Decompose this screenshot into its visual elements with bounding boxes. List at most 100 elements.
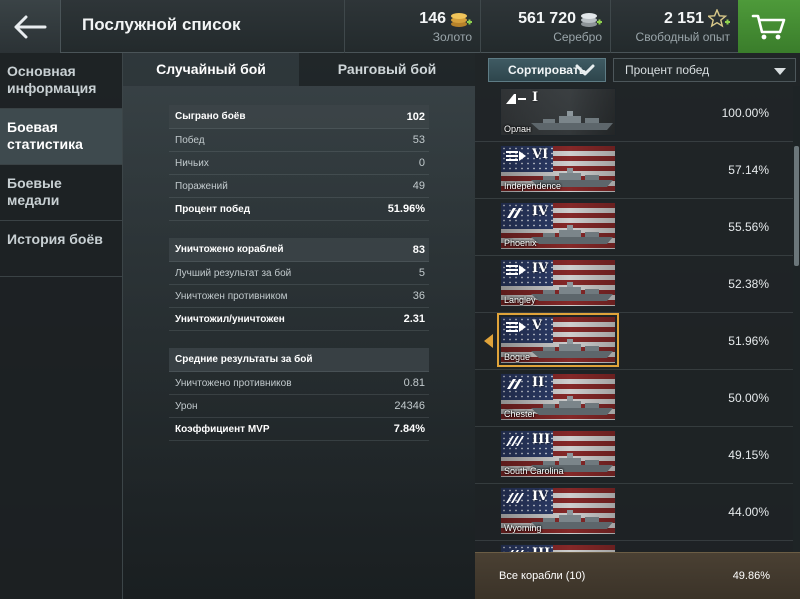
sidebar-item-label: Боевые медали [7, 175, 62, 208]
ship-win-rate: 57.14% [728, 163, 769, 177]
arrow-left-icon [14, 15, 47, 38]
ship-card: II Chester [500, 373, 616, 421]
ship-row[interactable]: I Орлан 100.00% [475, 86, 793, 142]
all-ships-summary: Все корабли (10) 49.86% [475, 552, 800, 599]
ship-list[interactable]: I Орлан 100.00% VI Independence 57.14% IV Phoen… [475, 86, 793, 555]
ship-tier: VI [532, 147, 549, 162]
stat-label: Сыграно боёв [175, 111, 246, 122]
stat-value: 24346 [394, 400, 425, 412]
summary-label: Все корабли (10) [499, 570, 586, 582]
ship-tier: II [532, 375, 545, 390]
sidebar-item-label: История боёв [7, 231, 103, 247]
sort-button[interactable]: Сортировать [488, 58, 606, 82]
silver-balance[interactable]: 561 720 Серебро [480, 0, 610, 53]
ship-win-rate: 44.00% [728, 505, 769, 519]
stats-group-averages: Средние результаты за бой Уничтожено прот… [169, 348, 429, 441]
ship-silhouette-icon [531, 111, 613, 130]
stats-table: Сыграно боёв 102 Побед 53 Ничьих 0 Поражений 49… [169, 105, 429, 458]
ship-win-rate: 55.56% [728, 220, 769, 234]
ship-list-scrollbar[interactable] [793, 86, 800, 555]
stat-row: Средние результаты за бой [169, 348, 429, 372]
sidebar-item-main-info[interactable]: Основная информация [0, 53, 122, 109]
stat-value: 102 [406, 110, 425, 123]
ship-silhouette-icon [531, 396, 613, 415]
ship-name: Chester [504, 409, 536, 419]
back-button[interactable] [0, 0, 61, 53]
ship-class-icon [507, 379, 522, 389]
stat-row: Коэффициент MVP 7.84% [169, 418, 429, 441]
ship-row[interactable]: II Chester 50.00% [475, 370, 793, 427]
ship-row[interactable]: V Bogue 51.96% [475, 313, 793, 370]
stat-value: 0.81 [403, 377, 425, 389]
stat-value: 5 [418, 267, 425, 279]
stat-row: Лучший результат за бой 5 [169, 262, 429, 285]
ship-tier: I [532, 90, 539, 105]
ship-class-icon [506, 94, 526, 104]
silver-coins-icon [581, 13, 602, 27]
ship-tier: IV [532, 261, 549, 276]
sidebar-item-battle-history[interactable]: История боёв [0, 221, 122, 277]
tab-ranked-battle[interactable]: Ранговый бой [299, 53, 475, 86]
stats-panel: Случайный бой Ранговый бой Сыграно боёв 1… [123, 53, 475, 599]
sidebar-item-medals[interactable]: Боевые медали [0, 165, 122, 221]
gold-balance[interactable]: 146 Золото [344, 0, 480, 53]
page-title: Послужной список [82, 15, 241, 34]
shop-cart-button[interactable] [738, 0, 800, 53]
ship-name: Bogue [504, 352, 531, 362]
ship-tier: V [532, 318, 543, 333]
stat-label: Ничьих [175, 157, 209, 169]
top-bar: Послужной список 146 Золото 561 720 Сере… [0, 0, 800, 53]
stat-label: Уничтожил/уничтожен [175, 313, 285, 325]
ship-name: Independence [504, 181, 562, 191]
ship-name: South Carolina [504, 466, 564, 476]
ship-row[interactable]: IV Langley 52.38% [475, 256, 793, 313]
stat-row: Уничтожил/уничтожен 2.31 [169, 308, 429, 331]
free-xp-amount: 2 151 [663, 10, 704, 27]
ship-class-icon [506, 151, 526, 161]
free-xp-balance[interactable]: 2 151 Свободный опыт [610, 0, 738, 53]
stat-value: 7.84% [393, 423, 425, 435]
stat-row: Уничтожено противников 0.81 [169, 372, 429, 395]
stat-row: Процент побед 51.96% [169, 198, 429, 221]
stat-row: Ничьих 0 [169, 152, 429, 175]
sidebar: Основная информация Боевая статистика Бо… [0, 53, 123, 599]
stat-row: Побед 53 [169, 129, 429, 152]
scrollbar-thumb[interactable] [794, 146, 799, 266]
ship-name: Langley [504, 295, 536, 305]
ship-silhouette-icon [531, 225, 613, 244]
ship-panel: Сортировать Процент побед I Орлан 100.00% V… [475, 53, 800, 599]
stat-row: Сыграно боёв 102 [169, 105, 429, 129]
stat-row: Уничтожено кораблей 83 [169, 238, 429, 262]
sort-criteria-value: Процент побед [625, 63, 710, 77]
tab-random-battle[interactable]: Случайный бой [123, 53, 299, 86]
stat-label: Уничтожено кораблей [175, 244, 284, 255]
stat-value: 49 [412, 180, 425, 192]
sidebar-item-battle-stats[interactable]: Боевая статистика [0, 109, 122, 165]
ship-card: I Орлан [500, 88, 616, 136]
stat-label: Процент побед [175, 203, 251, 215]
ship-tier: III [532, 432, 551, 447]
ship-row[interactable]: IV Phoenix 55.56% [475, 199, 793, 256]
stats-group-battles: Сыграно боёв 102 Побед 53 Ничьих 0 Поражений 49… [169, 105, 429, 221]
gold-amount: 146 [419, 10, 446, 27]
stat-row: Урон 24346 [169, 395, 429, 418]
stat-label: Побед [175, 134, 205, 146]
summary-win-rate: 49.86% [732, 570, 770, 582]
ship-row[interactable]: III South Carolina 49.15% [475, 427, 793, 484]
stat-label: Уничтожено противников [175, 377, 292, 389]
ship-class-icon [506, 493, 524, 503]
stat-label: Коэффициент MVP [175, 423, 270, 435]
stat-label: Поражений [175, 180, 228, 192]
ship-tier: IV [532, 489, 549, 504]
free-xp-label: Свободный опыт [635, 30, 730, 44]
stat-label: Средние результаты за бой [175, 354, 313, 365]
stat-value: 51.96% [387, 203, 425, 215]
star-xp-icon [708, 9, 730, 28]
sort-criteria-select[interactable]: Процент побед [613, 58, 796, 82]
ship-row[interactable]: VI Independence 57.14% [475, 142, 793, 199]
ship-win-rate: 52.38% [728, 277, 769, 291]
stat-value: 36 [412, 290, 425, 302]
sidebar-item-label: Боевая статистика [7, 119, 83, 152]
stat-value: 83 [412, 243, 425, 256]
ship-row[interactable]: IV Wyoming 44.00% [475, 484, 793, 541]
